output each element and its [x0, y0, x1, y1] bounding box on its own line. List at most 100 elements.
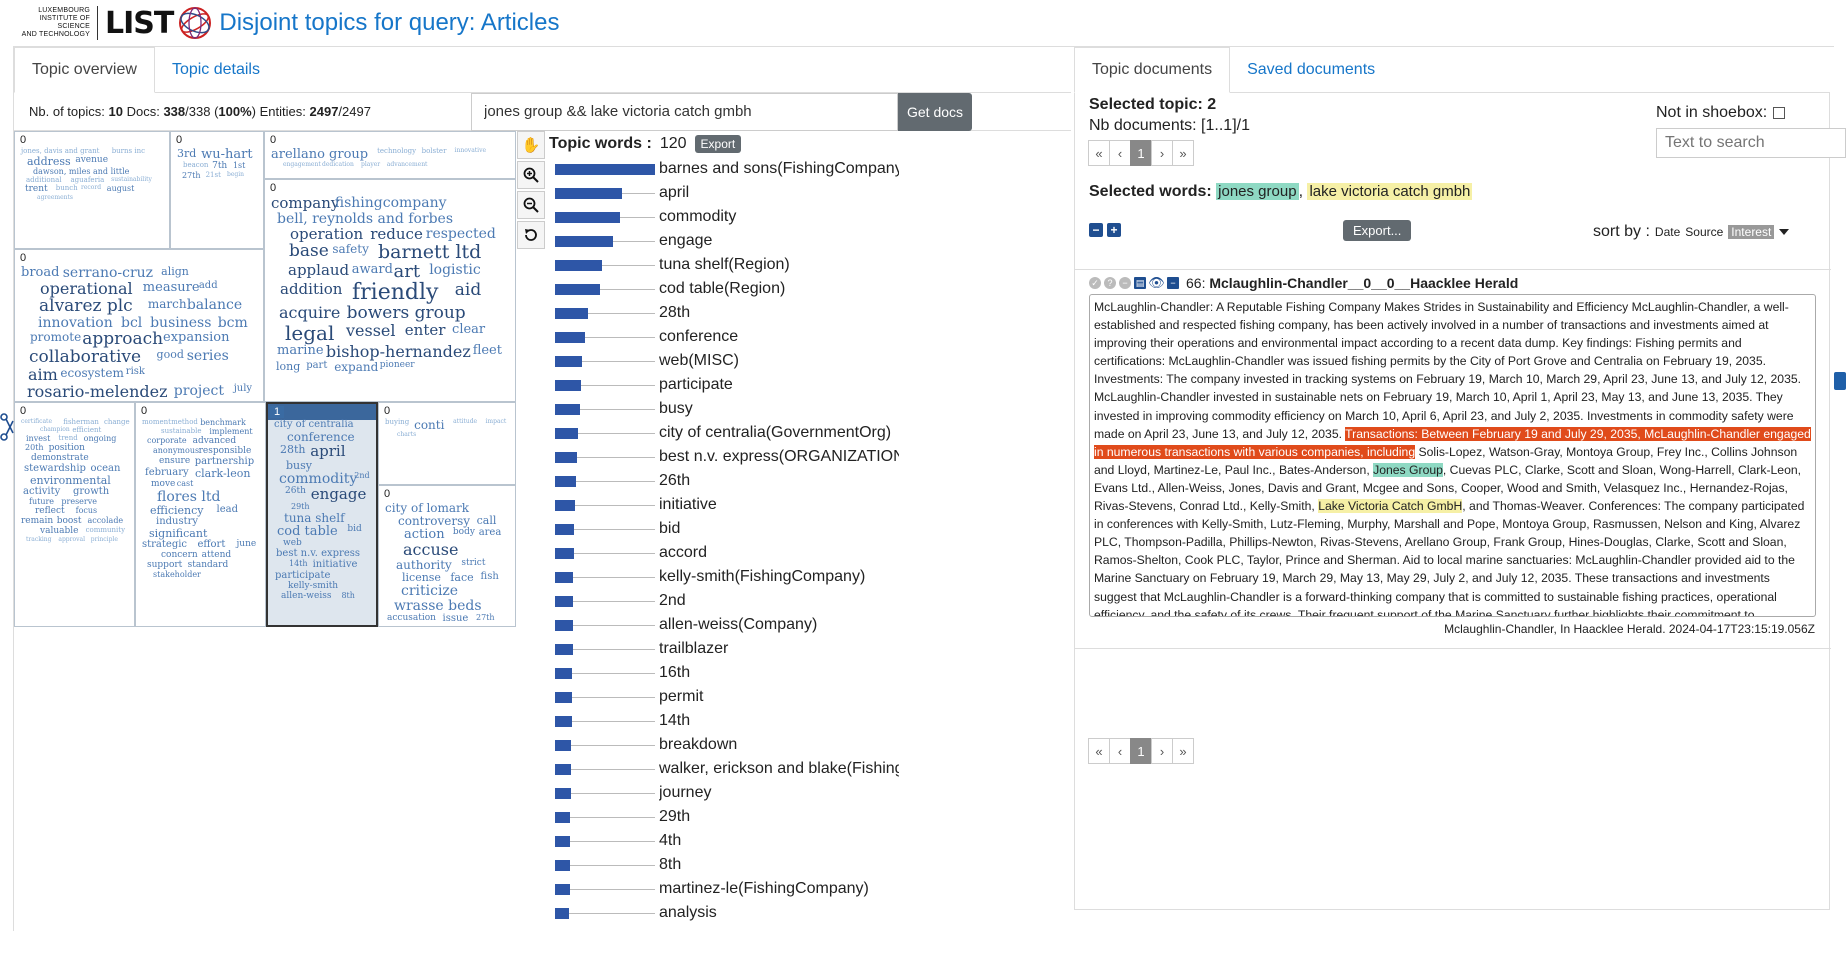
- collapse-doc-icon[interactable]: −: [1167, 277, 1179, 289]
- topic-word[interactable]: clear: [452, 323, 485, 336]
- topic-word-row[interactable]: kelly-smith(FishingCompany): [549, 565, 899, 589]
- topic-word[interactable]: advanced: [193, 437, 237, 446]
- topic-cell[interactable]: 0 jones, davis and grant burns inc address a…: [14, 131, 170, 249]
- save-doc-icon[interactable]: ▤: [1134, 277, 1146, 289]
- topic-word[interactable]: invest: [26, 435, 50, 443]
- collapse-all-icon[interactable]: −: [1089, 223, 1103, 237]
- reset-icon[interactable]: [517, 221, 545, 249]
- topic-word[interactable]: risk: [126, 367, 145, 377]
- topic-word-row[interactable]: 16th: [549, 661, 899, 685]
- topic-word-row[interactable]: cod table(Region): [549, 277, 899, 301]
- topic-word-row[interactable]: conference: [549, 325, 899, 349]
- topic-word[interactable]: license: [402, 572, 441, 583]
- topic-word[interactable]: controversy: [398, 515, 470, 527]
- topic-word[interactable]: accusation: [387, 614, 436, 623]
- topic-word[interactable]: concern: [161, 551, 198, 560]
- pager-last[interactable]: »: [1172, 738, 1194, 764]
- topic-word[interactable]: addition: [280, 282, 342, 297]
- topic-word[interactable]: friendly: [352, 282, 438, 304]
- topic-cell[interactable]: 0 arellano group technology bolster innovati…: [264, 131, 516, 179]
- expand-all-icon[interactable]: +: [1107, 223, 1121, 237]
- topic-cell[interactable]: 0 broad serrano-cruz align operational measur…: [14, 249, 264, 402]
- topic-word[interactable]: broad: [21, 266, 59, 279]
- topic-word[interactable]: approval: [58, 537, 85, 543]
- export-words-button[interactable]: Export: [694, 135, 742, 153]
- topic-word[interactable]: award: [352, 263, 393, 276]
- topic-word[interactable]: dedication: [322, 162, 354, 168]
- topic-word[interactable]: rosario-melendez: [27, 384, 168, 400]
- topic-word[interactable]: environmental: [30, 475, 111, 486]
- topic-word[interactable]: april: [310, 444, 345, 459]
- topic-word[interactable]: bid: [347, 525, 361, 534]
- topic-word[interactable]: reduce: [370, 227, 423, 242]
- topic-word[interactable]: champion: [40, 427, 70, 433]
- pager-next[interactable]: ›: [1151, 140, 1173, 166]
- topic-word[interactable]: criticize: [401, 584, 458, 598]
- topic-word[interactable]: operation: [290, 227, 363, 242]
- topic-word[interactable]: avenue: [75, 156, 108, 165]
- pager-last[interactable]: »: [1172, 140, 1194, 166]
- topic-word[interactable]: additional: [26, 177, 62, 184]
- pager-first[interactable]: «: [1088, 738, 1110, 764]
- topic-word[interactable]: preserve: [61, 498, 97, 506]
- topic-word[interactable]: long: [276, 361, 300, 372]
- topic-word[interactable]: body: [453, 528, 475, 537]
- topic-word[interactable]: alvarez plc: [39, 298, 133, 315]
- topic-word[interactable]: method: [171, 419, 198, 426]
- topic-word[interactable]: city of centralia: [274, 420, 354, 430]
- topic-word[interactable]: activity: [23, 487, 60, 497]
- topic-word[interactable]: certificate: [21, 419, 52, 425]
- topic-word[interactable]: 20th: [25, 444, 44, 452]
- topic-word[interactable]: part: [306, 361, 327, 371]
- topic-word[interactable]: web: [283, 539, 302, 548]
- topic-word-row[interactable]: accord: [549, 541, 899, 565]
- topic-word[interactable]: cod table: [277, 525, 338, 538]
- topic-word[interactable]: company: [271, 196, 339, 211]
- topic-word-row[interactable]: bid: [549, 517, 899, 541]
- topic-word[interactable]: call: [477, 515, 497, 526]
- topic-word[interactable]: advancement: [387, 162, 428, 168]
- topic-word[interactable]: address: [27, 156, 71, 167]
- topic-word[interactable]: support: [147, 561, 182, 570]
- topic-word[interactable]: collaborative: [29, 349, 141, 366]
- topic-word[interactable]: trend: [58, 435, 77, 442]
- topic-word[interactable]: acquire: [279, 305, 340, 321]
- topic-word[interactable]: bunch: [56, 185, 78, 192]
- topic-word[interactable]: wu-hart: [201, 148, 252, 161]
- topic-word[interactable]: stakeholder: [153, 571, 201, 579]
- pager-page-1[interactable]: 1: [1130, 738, 1152, 764]
- topic-word[interactable]: 29th: [291, 503, 310, 511]
- check-icon[interactable]: ✓: [1089, 277, 1101, 289]
- topic-word[interactable]: cast: [177, 480, 194, 488]
- topic-word[interactable]: industry: [156, 517, 198, 527]
- topic-word[interactable]: position: [49, 444, 85, 453]
- topic-word[interactable]: logistic: [429, 263, 480, 277]
- topic-word[interactable]: city of lomark: [385, 502, 469, 514]
- topic-word[interactable]: 28th: [280, 444, 306, 455]
- topic-word-row[interactable]: best n.v. express(ORGANIZATION): [549, 445, 899, 469]
- topic-word[interactable]: efficient: [72, 427, 101, 434]
- topic-word[interactable]: accolade: [87, 517, 123, 525]
- topic-word[interactable]: align: [161, 266, 189, 277]
- topic-word[interactable]: remain: [21, 517, 53, 526]
- topic-word[interactable]: 27th: [182, 172, 201, 180]
- topic-word-row[interactable]: 8th: [549, 853, 899, 877]
- topic-word-row[interactable]: busy: [549, 397, 899, 421]
- topic-word[interactable]: demonstrate: [31, 454, 89, 463]
- topic-word[interactable]: barnett ltd: [378, 243, 481, 262]
- topic-word[interactable]: aguaferia: [71, 177, 105, 184]
- topic-word[interactable]: sustainable: [161, 428, 201, 435]
- topic-word[interactable]: fishingcompany: [335, 196, 447, 210]
- topic-word[interactable]: project: [174, 384, 224, 398]
- topic-word[interactable]: issue: [443, 614, 469, 624]
- topic-word[interactable]: legal: [285, 323, 334, 343]
- topic-word[interactable]: future: [29, 498, 54, 506]
- topic-word[interactable]: aid: [455, 282, 481, 299]
- topic-word[interactable]: buying: [385, 419, 409, 426]
- topic-word[interactable]: clark-leon: [195, 468, 250, 479]
- topic-word[interactable]: initiative: [313, 560, 358, 570]
- topic-word[interactable]: accuse: [403, 542, 458, 558]
- topic-word-row[interactable]: trailblazer: [549, 637, 899, 661]
- sort-source[interactable]: Source: [1685, 225, 1723, 239]
- topic-word[interactable]: bell, reynolds and forbes: [277, 212, 453, 226]
